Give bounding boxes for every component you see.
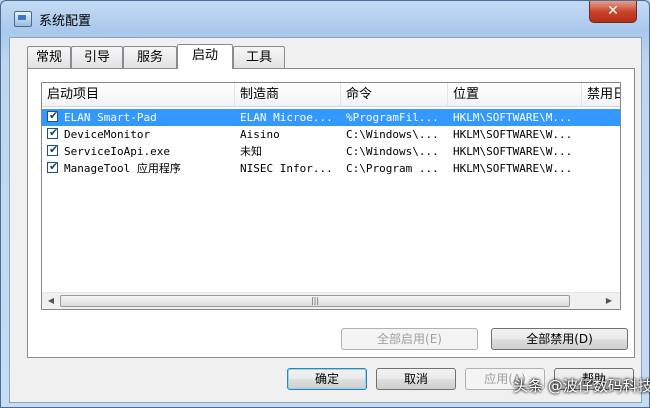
cell-location: HKLM\SOFTWARE\W...	[453, 128, 573, 141]
scroll-left-icon[interactable]: ◀	[45, 296, 57, 306]
cell-command: C:\Windows\...	[346, 128, 439, 141]
startup-items-list[interactable]: 启动项目 制造商 命令 位置 禁用日 ✔ ELAN Smart-Pad ELAN…	[41, 82, 621, 310]
row-checkbox[interactable]: ✔	[47, 109, 59, 122]
column-header-location[interactable]: 位置	[448, 83, 582, 107]
table-row[interactable]: ✔ ELAN Smart-Pad ELAN Microe... %Program…	[42, 109, 620, 126]
row-checkbox[interactable]: ✔	[47, 143, 59, 156]
cell-location: HKLM\SOFTWARE\W...	[453, 145, 573, 158]
cell-location: HKLM\SOFTWARE\W...	[453, 162, 573, 175]
scroll-right-icon[interactable]: ▶	[603, 296, 615, 306]
table-row[interactable]: ✔ DeviceMonitor Aisino C:\Windows\... HK…	[42, 126, 620, 143]
table-row[interactable]: ✔ ManageTool 应用程序 NISEC Infor... C:\Prog…	[42, 160, 620, 177]
row-checkbox[interactable]: ✔	[47, 160, 59, 173]
title-bar[interactable]: 系统配置 ✕	[1, 1, 649, 35]
watermark-text: 头条 @波仔数码科技	[513, 377, 650, 395]
check-mark-icon: ✔	[49, 160, 59, 173]
cell-manufacturer: 未知	[240, 145, 262, 158]
tab-startup[interactable]: 启动	[177, 44, 233, 69]
cell-item: DeviceMonitor	[64, 128, 151, 141]
cell-command: %ProgramFil...	[346, 111, 439, 124]
close-button[interactable]: ✕	[589, 1, 637, 23]
cancel-button[interactable]: 取消	[376, 368, 456, 390]
tab-services[interactable]: 服务	[123, 46, 177, 68]
horizontal-scrollbar[interactable]: ◀ ||| ▶	[42, 292, 620, 309]
cell-item: ELAN Smart-Pad	[64, 111, 157, 124]
check-mark-icon: ✔	[49, 109, 59, 122]
scrollbar-thumb[interactable]: |||	[60, 295, 570, 307]
enable-all-button[interactable]: 全部启用(E)	[341, 328, 478, 350]
system-config-window: 系统配置 ✕ 常规 引导 服务 启动 工具 启动项目 制造商 命令 位置 禁用日…	[0, 0, 650, 408]
table-row[interactable]: ✔ ServiceIoApi.exe 未知 C:\Windows\... HKL…	[42, 143, 620, 160]
tab-tools[interactable]: 工具	[233, 46, 285, 68]
column-header-manufacturer[interactable]: 制造商	[235, 83, 341, 107]
column-header-disabled-date[interactable]: 禁用日	[582, 83, 620, 107]
msconfig-app-icon	[14, 11, 32, 27]
tab-boot[interactable]: 引导	[71, 46, 123, 68]
cell-manufacturer: Aisino	[240, 128, 280, 141]
check-mark-icon: ✔	[49, 126, 59, 139]
window-title: 系统配置	[39, 14, 92, 29]
disable-all-button[interactable]: 全部禁用(D)	[491, 328, 628, 350]
column-header-command[interactable]: 命令	[341, 83, 448, 107]
cell-item: ServiceIoApi.exe	[64, 145, 170, 158]
cell-manufacturer: ELAN Microe...	[240, 111, 333, 124]
cell-command: C:\Program ...	[346, 162, 439, 175]
cell-manufacturer: NISEC Infor...	[240, 162, 333, 175]
column-header-item[interactable]: 启动项目	[42, 83, 235, 107]
cell-item: ManageTool 应用程序	[64, 162, 181, 175]
cell-location: HKLM\SOFTWARE\M...	[453, 111, 573, 124]
row-checkbox[interactable]: ✔	[47, 126, 59, 139]
dialog-client-area: 常规 引导 服务 启动 工具 启动项目 制造商 命令 位置 禁用日 ✔ ELAN…	[9, 37, 642, 403]
tab-general[interactable]: 常规	[27, 46, 71, 68]
ok-button[interactable]: 确定	[287, 368, 367, 390]
check-mark-icon: ✔	[49, 143, 59, 156]
startup-tab-panel: 启动项目 制造商 命令 位置 禁用日 ✔ ELAN Smart-Pad ELAN…	[27, 68, 635, 358]
cell-command: C:\Windows\...	[346, 145, 439, 158]
